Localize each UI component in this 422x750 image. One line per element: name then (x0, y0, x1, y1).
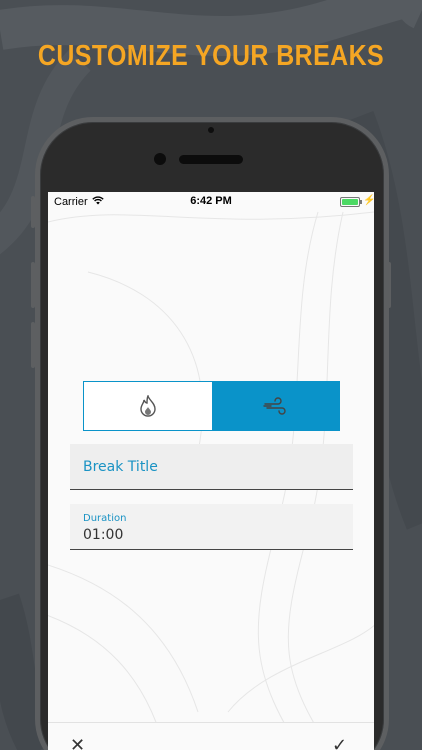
phone-speaker (179, 155, 243, 164)
battery-cap (360, 200, 362, 204)
app-screen: Carrier 6:42 PM ⚡ Break Title Duration 0… (48, 192, 374, 750)
battery-icon (340, 197, 360, 207)
charging-icon: ⚡ (363, 195, 374, 206)
break-title-field[interactable]: Break Title (70, 444, 353, 490)
duration-label: Duration (83, 513, 127, 524)
break-type-wind[interactable] (211, 382, 339, 430)
duration-value: 01:00 (83, 527, 124, 543)
break-type-selector (83, 381, 340, 431)
headline: CUSTOMIZE YOUR BREAKS (37, 40, 385, 72)
break-type-flame[interactable] (84, 382, 212, 430)
break-title-placeholder: Break Title (83, 459, 158, 475)
checkmark-icon[interactable]: ✓ (332, 737, 347, 750)
status-time: 6:42 PM (190, 195, 232, 207)
phone-sensor (154, 153, 166, 165)
duration-field[interactable]: Duration 01:00 (70, 504, 353, 550)
battery-fill (342, 199, 358, 205)
flame-icon (140, 395, 156, 417)
status-bar: Carrier 6:42 PM ⚡ (48, 192, 374, 212)
close-icon[interactable]: ✕ (70, 737, 85, 750)
phone-camera (208, 127, 214, 133)
bottom-toolbar: ✕ ✓ (48, 722, 374, 750)
wind-icon (263, 397, 286, 415)
